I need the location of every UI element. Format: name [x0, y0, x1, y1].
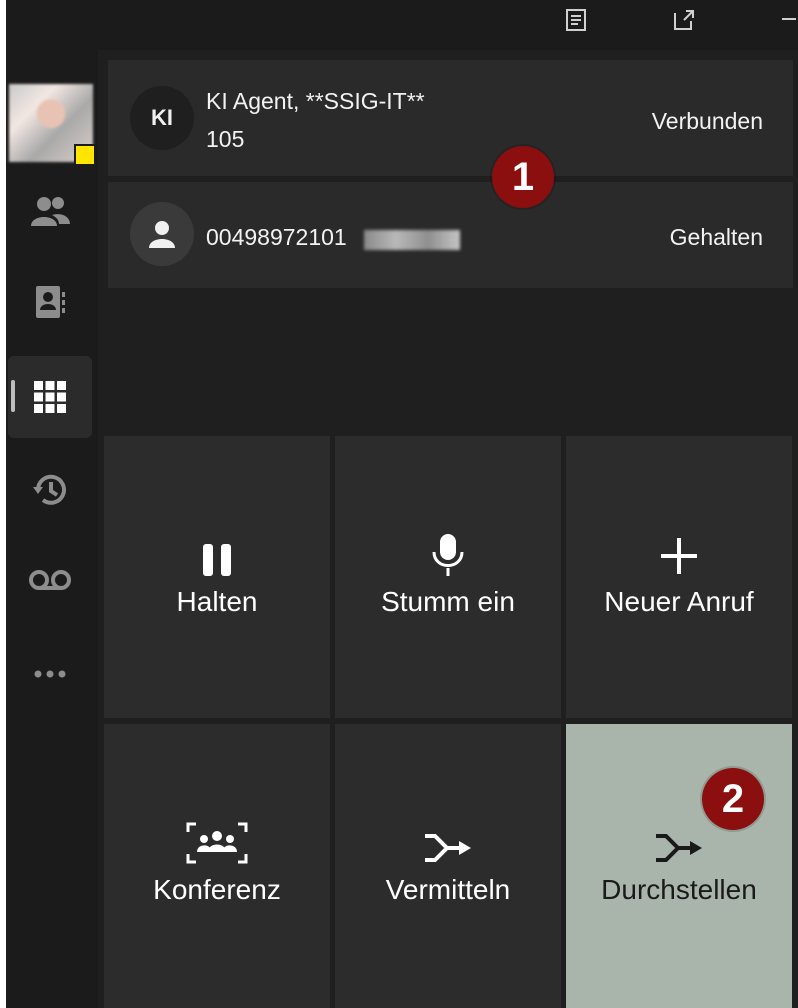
title-bar — [6, 0, 798, 50]
address-book-icon — [36, 286, 65, 318]
rail-item-voicemail[interactable] — [20, 550, 80, 610]
hold-button[interactable]: Halten — [104, 436, 330, 718]
redacted-number — [364, 230, 460, 250]
annotation-badge-2: 2 — [702, 768, 764, 830]
microphone-icon — [335, 532, 561, 578]
new-call-button[interactable]: Neuer Anruf — [566, 436, 792, 718]
call-item-connected[interactable]: KI KI Agent, **SSIG-IT** 105 Verbunden — [108, 60, 793, 176]
dialpad-icon — [34, 381, 66, 413]
rail-item-history[interactable] — [20, 460, 80, 520]
transfer-icon — [566, 832, 792, 864]
calls-app-window: KI KI Agent, **SSIG-IT** 105 Verbunden 0… — [6, 0, 798, 1008]
active-indicator — [11, 380, 15, 412]
transfer-icon — [335, 832, 561, 864]
transfer-label: Vermitteln — [385, 874, 511, 905]
call-status: Gehalten — [669, 224, 763, 250]
rail-item-more[interactable] — [20, 644, 80, 704]
notes-icon[interactable] — [562, 6, 590, 34]
mute-button[interactable]: Stumm ein — [335, 436, 561, 718]
rail-item-address-book[interactable] — [20, 272, 80, 332]
rail-item-contacts[interactable] — [20, 182, 80, 242]
rail-item-dialpad[interactable] — [8, 356, 92, 438]
annotation-badge-1: 1 — [492, 146, 554, 208]
voicemail-icon — [29, 570, 71, 590]
presence-status-icon — [74, 144, 96, 166]
left-navigation-rail — [6, 50, 98, 1008]
person-icon — [130, 202, 194, 266]
call-status: Verbunden — [651, 108, 763, 134]
hold-label: Halten — [176, 586, 258, 617]
consult-transfer-label: Durchstellen — [601, 874, 757, 905]
call-item-held[interactable]: 004989721​01 Gehalten — [108, 182, 793, 288]
conference-button[interactable]: Konferenz — [104, 724, 330, 1008]
caller-extension: 105 — [206, 126, 245, 152]
more-icon — [34, 670, 66, 678]
minimize-icon[interactable] — [782, 18, 796, 20]
pop-out-icon[interactable] — [670, 6, 698, 34]
pause-icon — [104, 542, 330, 578]
transfer-button[interactable]: Vermitteln — [335, 724, 561, 1008]
caller-number: 004989721​01 — [206, 224, 347, 250]
avatar: KI — [130, 86, 194, 150]
plus-icon — [566, 536, 792, 576]
mute-label: Stumm ein — [381, 586, 515, 617]
conference-label: Konferenz — [153, 874, 281, 905]
new-call-label: Neuer Anruf — [604, 586, 754, 617]
caller-name: KI Agent, **SSIG-IT** — [206, 88, 425, 114]
consult-transfer-button[interactable]: Durchstellen — [566, 724, 792, 1008]
people-icon — [31, 197, 70, 226]
conference-icon — [104, 822, 330, 864]
history-icon — [33, 474, 66, 505]
